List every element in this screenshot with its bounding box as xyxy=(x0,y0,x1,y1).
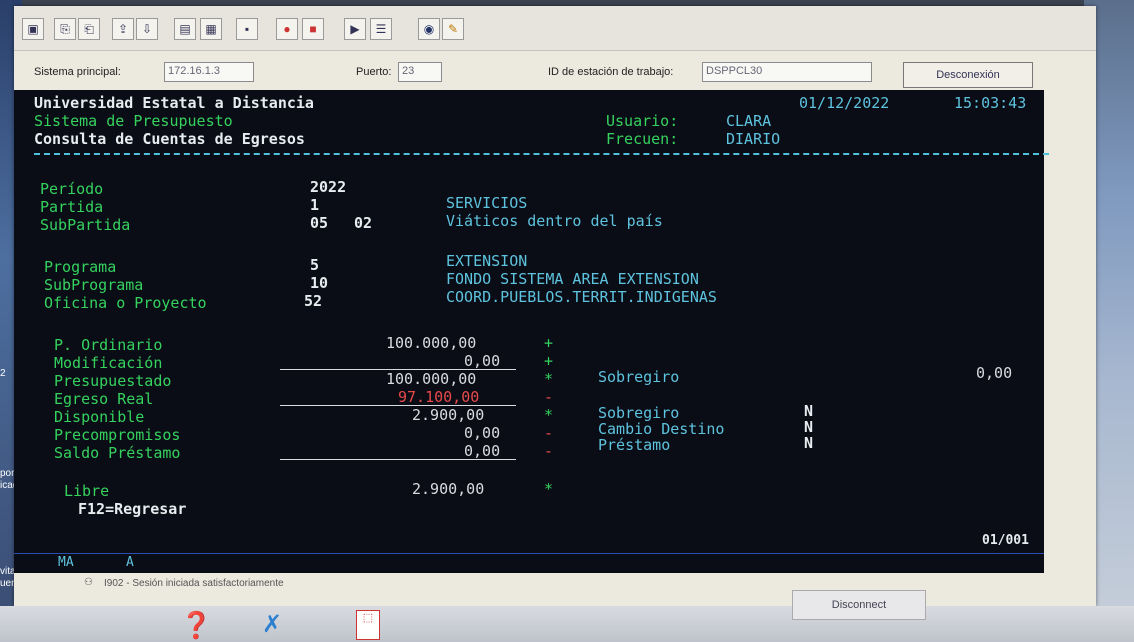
libre-label: Libre xyxy=(64,482,110,500)
prestamo-label: Préstamo xyxy=(598,436,671,454)
ordinario-label: P. Ordinario xyxy=(54,336,163,354)
f12-hint: F12=Regresar xyxy=(78,500,187,518)
disponible-label: Disponible xyxy=(54,408,145,426)
port-label: Puerto: xyxy=(356,66,392,78)
freq-label: Frecuen: xyxy=(606,130,679,148)
screen-icon[interactable]: ▣ xyxy=(22,18,44,40)
saldo-value: 0,00 xyxy=(464,442,501,460)
date: 01/12/2022 xyxy=(799,94,890,112)
oficina-desc: COORD.PUEBLOS.TERRIT.INDIGENAS xyxy=(446,288,717,306)
vscode-icon[interactable]: ✗ xyxy=(262,610,282,639)
paste-icon[interactable]: ⎗ xyxy=(78,18,100,40)
message-bar: ⚇ I902 - Sesión iniciada satisfactoriame… xyxy=(14,574,1096,606)
print-icon[interactable]: ▤ xyxy=(174,18,196,40)
macro-list-icon[interactable]: ☰ xyxy=(370,18,392,40)
org-name: Universidad Estatal a Distancia xyxy=(34,94,314,112)
precomp-label: Precompromisos xyxy=(54,426,181,444)
egreso-op: - xyxy=(544,388,554,406)
session-icon: ⚇ xyxy=(84,577,93,588)
play-icon[interactable]: ▪ xyxy=(236,18,258,40)
subprograma-label: SubPrograma xyxy=(44,276,144,294)
freq-value: DIARIO xyxy=(726,130,781,148)
help-icon[interactable]: ❓ xyxy=(180,610,212,641)
macro-play-icon[interactable]: ▶ xyxy=(344,18,366,40)
saldo-label: Saldo Préstamo xyxy=(54,444,181,462)
modificacion-value: 0,00 xyxy=(464,352,501,370)
desktop-icon-label[interactable]: 2 xyxy=(0,368,6,379)
mode-indicator-1: MA xyxy=(58,555,74,570)
host-field[interactable]: 172.16.1.3 xyxy=(164,62,254,82)
port-field[interactable]: 23 xyxy=(398,62,442,82)
toolbar: ▣ ⎘ ⎗ ⇪ ⇩ ▤ ▦ ▪ ● ■ ▶ ☰ ◉ ✎ xyxy=(14,6,1096,51)
libre-op: * xyxy=(544,480,554,498)
underline xyxy=(280,459,516,460)
periodo-value: 2022 xyxy=(310,178,347,196)
disponible-op: * xyxy=(544,406,554,424)
subpartida-value-1: 05 xyxy=(310,214,329,232)
ordinario-op: + xyxy=(544,334,554,352)
system-name: Sistema de Presupuesto xyxy=(34,112,233,130)
pdf-icon[interactable]: ⬚ xyxy=(356,610,380,640)
programa-label: Programa xyxy=(44,258,117,276)
taskbar: ❓ ✗ ⬚ xyxy=(0,606,1134,642)
send-icon[interactable]: ⇪ xyxy=(112,18,134,40)
macro-stop-icon[interactable]: ■ xyxy=(302,18,324,40)
disponible-value: 2.900,00 xyxy=(412,406,485,424)
record-icon[interactable]: ▦ xyxy=(200,18,222,40)
partida-desc: SERVICIOS xyxy=(446,194,528,212)
macro-icon[interactable]: ● xyxy=(276,18,298,40)
subpartida-value-2: 02 xyxy=(354,214,373,232)
subpartida-label: SubPartida xyxy=(40,216,131,234)
mode-indicator-2: A xyxy=(126,555,134,570)
precomp-value: 0,00 xyxy=(464,424,501,442)
receive-icon[interactable]: ⇩ xyxy=(136,18,158,40)
programa-value: 5 xyxy=(310,256,320,274)
saldo-op: - xyxy=(544,442,554,460)
key-icon[interactable]: ✎ xyxy=(442,18,464,40)
prestamo-value: N xyxy=(804,434,814,452)
terminal-status-bar: MA A xyxy=(14,553,1044,573)
connection-bar: Sistema principal: 172.16.1.3 Puerto: 23… xyxy=(14,54,1096,88)
precomp-op: - xyxy=(544,424,554,442)
periodo-label: Período xyxy=(40,180,104,198)
egreso-value: 97.100,00 xyxy=(398,388,480,406)
workstation-label: ID de estación de trabajo: xyxy=(548,66,674,78)
ordinario-value: 100.000,00 xyxy=(386,334,477,352)
globe-icon[interactable]: ◉ xyxy=(418,18,440,40)
sobregiro-label: Sobregiro xyxy=(598,368,680,386)
time: 15:03:43 xyxy=(954,94,1027,112)
user-label: Usuario: xyxy=(606,112,679,130)
status-message: I902 - Sesión iniciada satisfactoriament… xyxy=(104,578,284,589)
presupuestado-value: 100.000,00 xyxy=(386,370,477,388)
user-value: CLARA xyxy=(726,112,772,130)
terminal-emulator-window: ▣ ⎘ ⎗ ⇪ ⇩ ▤ ▦ ▪ ● ■ ▶ ☰ ◉ ✎ Sistema prin… xyxy=(14,6,1096,606)
oficina-value: 52 xyxy=(304,292,323,310)
copy-icon[interactable]: ⎘ xyxy=(54,18,76,40)
separator-line xyxy=(34,153,1049,155)
partida-label: Partida xyxy=(40,198,104,216)
workstation-field[interactable]: DSPPCL30 xyxy=(702,62,872,82)
disconnect-button[interactable]: Desconexión xyxy=(903,62,1033,88)
libre-value: 2.900,00 xyxy=(412,480,485,498)
subprograma-desc: FONDO SISTEMA AREA EXTENSION xyxy=(446,270,699,288)
presupuestado-label: Presupuestado xyxy=(54,372,172,390)
presupuestado-op: * xyxy=(544,370,554,388)
modificacion-op: + xyxy=(544,352,554,370)
subpartida-desc: Viáticos dentro del país xyxy=(446,212,663,230)
partida-value: 1 xyxy=(310,196,320,214)
terminal-screen[interactable]: Universidad Estatal a Distancia 01/12/20… xyxy=(14,90,1049,553)
host-label: Sistema principal: xyxy=(34,66,121,78)
sobregiro-value: 0,00 xyxy=(976,364,1013,382)
page-indicator: 01/001 xyxy=(982,533,1029,548)
subprograma-value: 10 xyxy=(310,274,329,292)
disconnect-button-bottom[interactable]: Disconnect xyxy=(792,590,926,620)
egreso-label: Egreso Real xyxy=(54,390,154,408)
modificacion-label: Modificación xyxy=(54,354,163,372)
screen-title: Consulta de Cuentas de Egresos xyxy=(34,130,305,148)
programa-desc: EXTENSION xyxy=(446,252,528,270)
oficina-label: Oficina o Proyecto xyxy=(44,294,207,312)
